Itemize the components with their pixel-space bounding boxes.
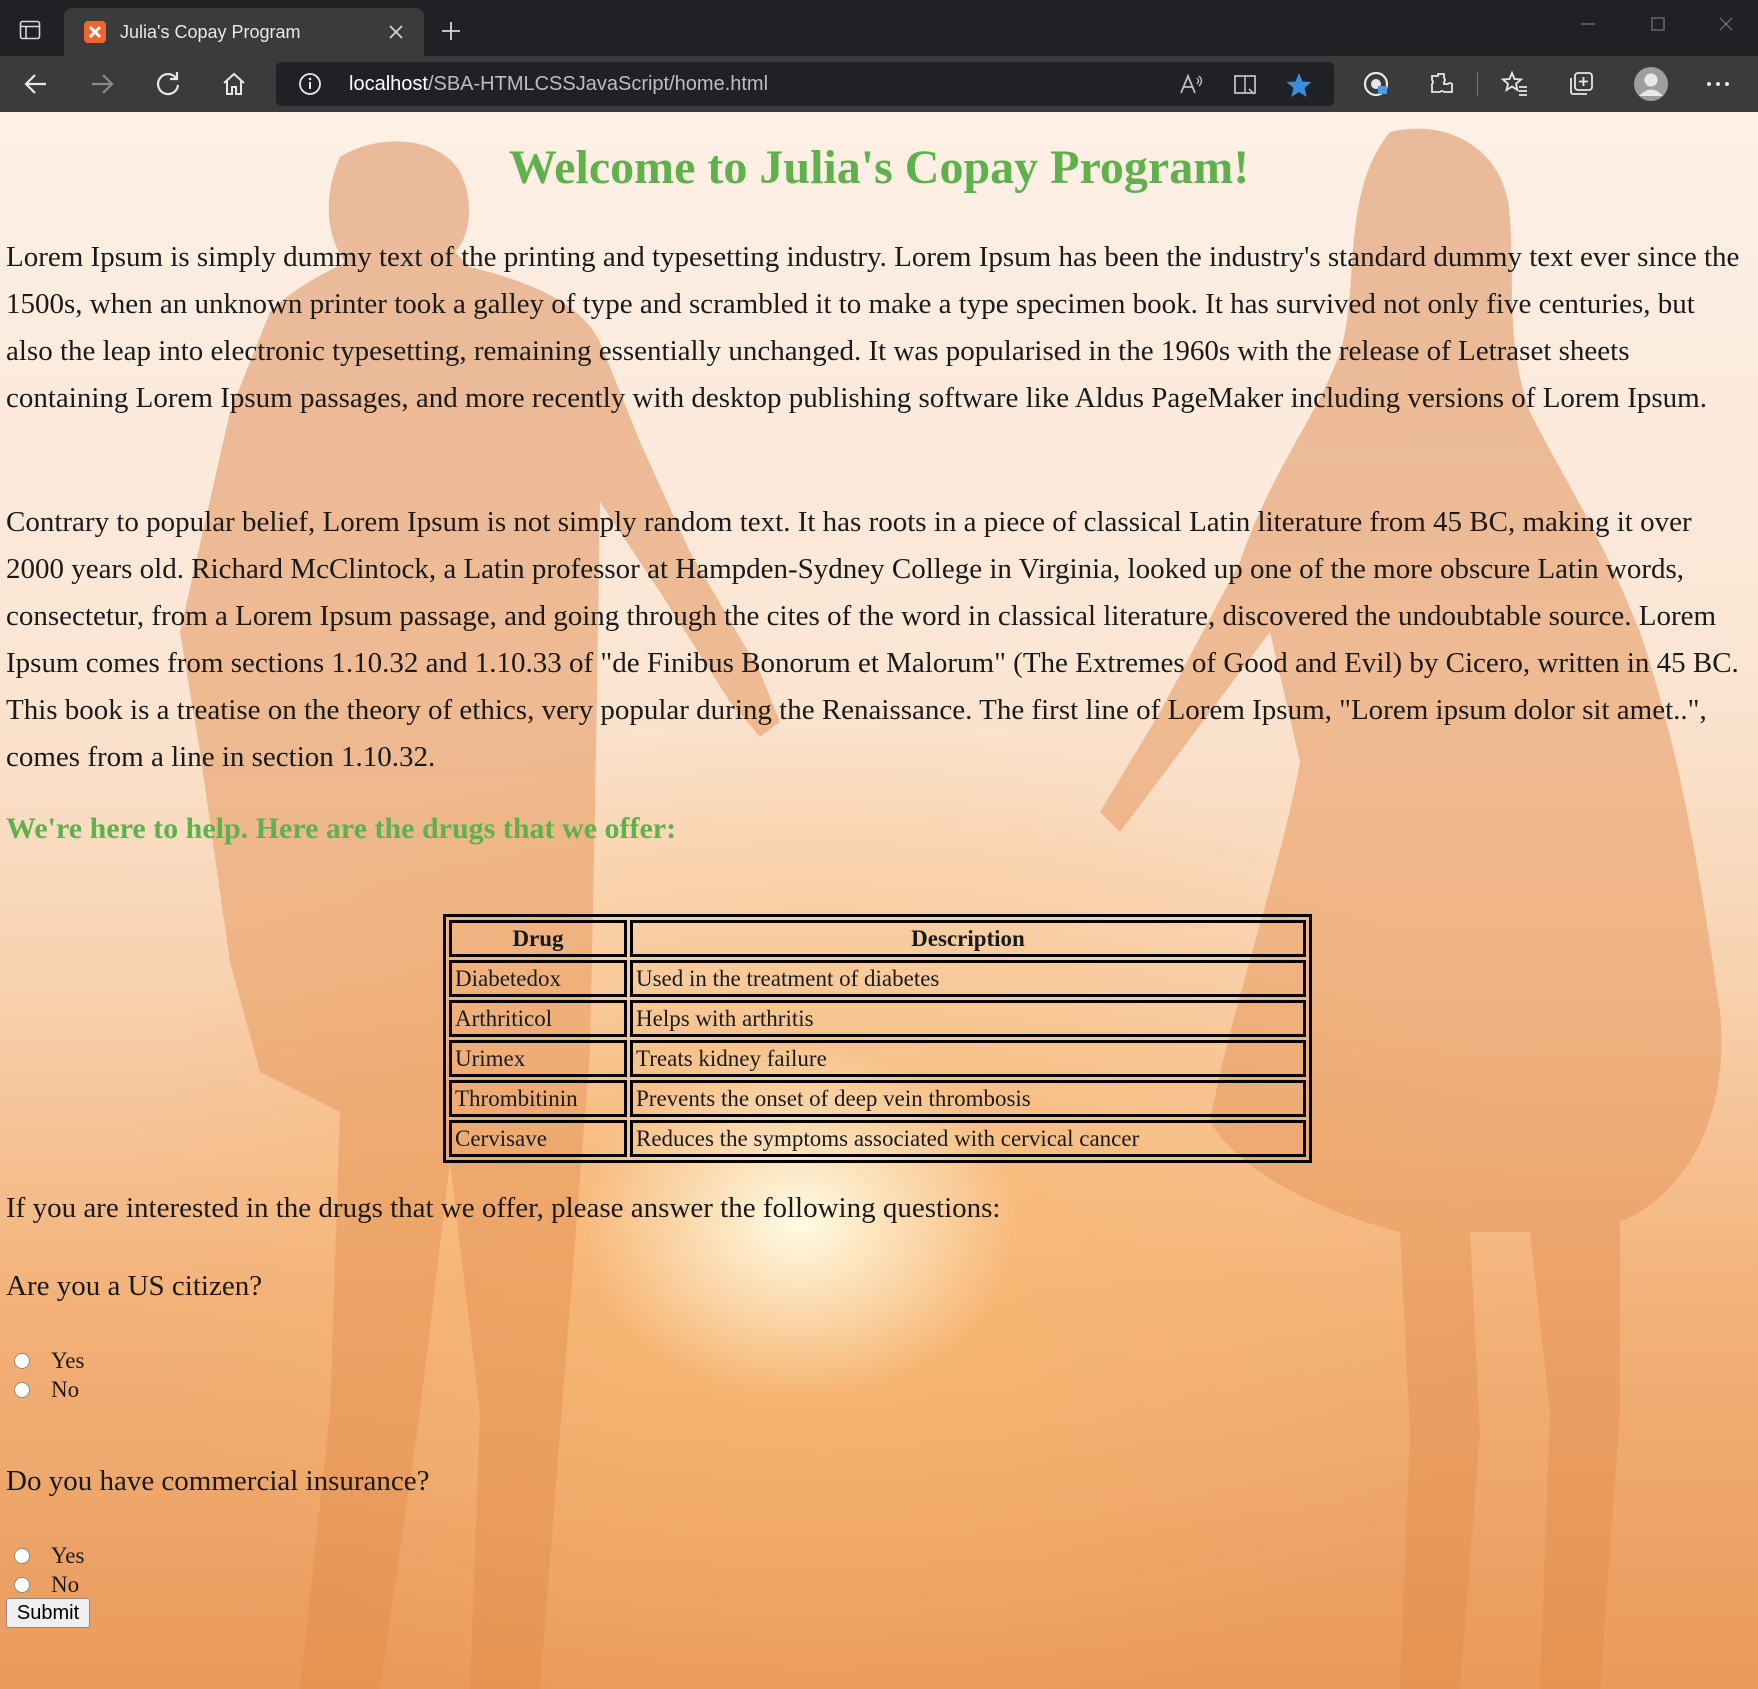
- us-citizen-no-radio[interactable]: No: [14, 1377, 79, 1403]
- drug-name-cell: Arthriticol: [449, 1000, 627, 1037]
- maximize-icon[interactable]: [1638, 8, 1678, 40]
- forward-icon[interactable]: [84, 66, 120, 102]
- questionnaire-intro: If you are interested in the drugs that …: [6, 1192, 1001, 1224]
- url-text[interactable]: localhost/SBA-HTMLCSSJavaScript/home.htm…: [349, 73, 768, 96]
- radio-label: No: [51, 1572, 80, 1597]
- tab-actions-icon[interactable]: [14, 14, 46, 46]
- radio-label: Yes: [51, 1348, 85, 1373]
- radio-label: No: [51, 1377, 80, 1402]
- minimize-icon[interactable]: [1568, 8, 1608, 40]
- history-paragraph: Contrary to popular belief, Lorem Ipsum …: [6, 506, 1739, 773]
- more-options-icon[interactable]: [1700, 66, 1736, 102]
- table-header-row: Drug Description: [449, 920, 1306, 957]
- drug-name-cell: Urimex: [449, 1040, 627, 1077]
- web-page: Welcome to Julia's Copay Program! Lorem …: [0, 112, 1758, 1689]
- drug-description-cell: Used in the treatment of diabetes: [630, 960, 1306, 997]
- insurance-no-radio[interactable]: No: [14, 1572, 79, 1598]
- page-title: Welcome to Julia's Copay Program!: [508, 141, 1250, 194]
- column-header-drug: Drug: [449, 920, 627, 957]
- drug-description-cell: Prevents the onset of deep vein thrombos…: [630, 1080, 1306, 1117]
- us-citizen-question: Are you a US citizen?: [6, 1270, 263, 1302]
- drug-description-cell: Helps with arthritis: [630, 1000, 1306, 1037]
- immersive-reader-icon[interactable]: [1230, 70, 1260, 100]
- drug-name-cell: Thrombitinin: [449, 1080, 627, 1117]
- address-bar[interactable]: localhost/SBA-HTMLCSSJavaScript/home.htm…: [276, 62, 1334, 106]
- commercial-insurance-question: Do you have commercial insurance?: [6, 1465, 430, 1497]
- browser-toolbar: localhost/SBA-HTMLCSSJavaScript/home.htm…: [0, 56, 1758, 112]
- back-icon[interactable]: [18, 66, 54, 102]
- favorites-icon[interactable]: [1497, 66, 1533, 102]
- collections-icon[interactable]: [1563, 66, 1599, 102]
- submit-button[interactable]: Submit: [6, 1598, 90, 1628]
- close-window-icon[interactable]: [1706, 8, 1746, 40]
- site-info-icon[interactable]: [298, 72, 322, 96]
- tab-strip: Julia's Copay Program: [0, 0, 1758, 56]
- table-row: Urimex Treats kidney failure: [449, 1040, 1306, 1077]
- browser-tab[interactable]: Julia's Copay Program: [64, 8, 424, 56]
- drugs-table: Drug Description Diabetedox Used in the …: [443, 914, 1312, 1163]
- radio-button[interactable]: [14, 1353, 30, 1369]
- new-tab-icon[interactable]: [434, 14, 468, 48]
- table-row: Arthriticol Helps with arthritis: [449, 1000, 1306, 1037]
- insurance-yes-radio[interactable]: Yes: [14, 1543, 84, 1569]
- drug-description-cell: Treats kidney failure: [630, 1040, 1306, 1077]
- close-tab-icon[interactable]: [380, 16, 412, 48]
- table-row: Cervisave Reduces the symptoms associate…: [449, 1120, 1306, 1157]
- profile-avatar-icon[interactable]: [1631, 64, 1671, 104]
- drug-name-cell: Cervisave: [449, 1120, 627, 1157]
- extension-shield-icon[interactable]: [1358, 66, 1394, 102]
- extensions-icon[interactable]: [1424, 66, 1460, 102]
- radio-label: Yes: [51, 1543, 85, 1568]
- favorite-star-icon[interactable]: [1284, 70, 1314, 100]
- drugs-offer-heading: We're here to help. Here are the drugs t…: [6, 812, 677, 845]
- radio-button[interactable]: [14, 1382, 30, 1398]
- home-icon[interactable]: [216, 66, 252, 102]
- drug-description-cell: Reduces the symptoms associated with cer…: [630, 1120, 1306, 1157]
- toolbar-divider: [1477, 72, 1478, 96]
- refresh-icon[interactable]: [150, 66, 186, 102]
- table-row: Diabetedox Used in the treatment of diab…: [449, 960, 1306, 997]
- intro-paragraph: Lorem Ipsum is simply dummy text of the …: [6, 241, 1740, 414]
- radio-button[interactable]: [14, 1577, 30, 1593]
- xampp-favicon-icon: [84, 21, 106, 43]
- table-row: Thrombitinin Prevents the onset of deep …: [449, 1080, 1306, 1117]
- us-citizen-yes-radio[interactable]: Yes: [14, 1348, 84, 1374]
- tab-title: Julia's Copay Program: [120, 21, 301, 42]
- drug-name-cell: Diabetedox: [449, 960, 627, 997]
- read-aloud-icon[interactable]: [1176, 70, 1206, 100]
- column-header-description: Description: [630, 920, 1306, 957]
- radio-button[interactable]: [14, 1548, 30, 1564]
